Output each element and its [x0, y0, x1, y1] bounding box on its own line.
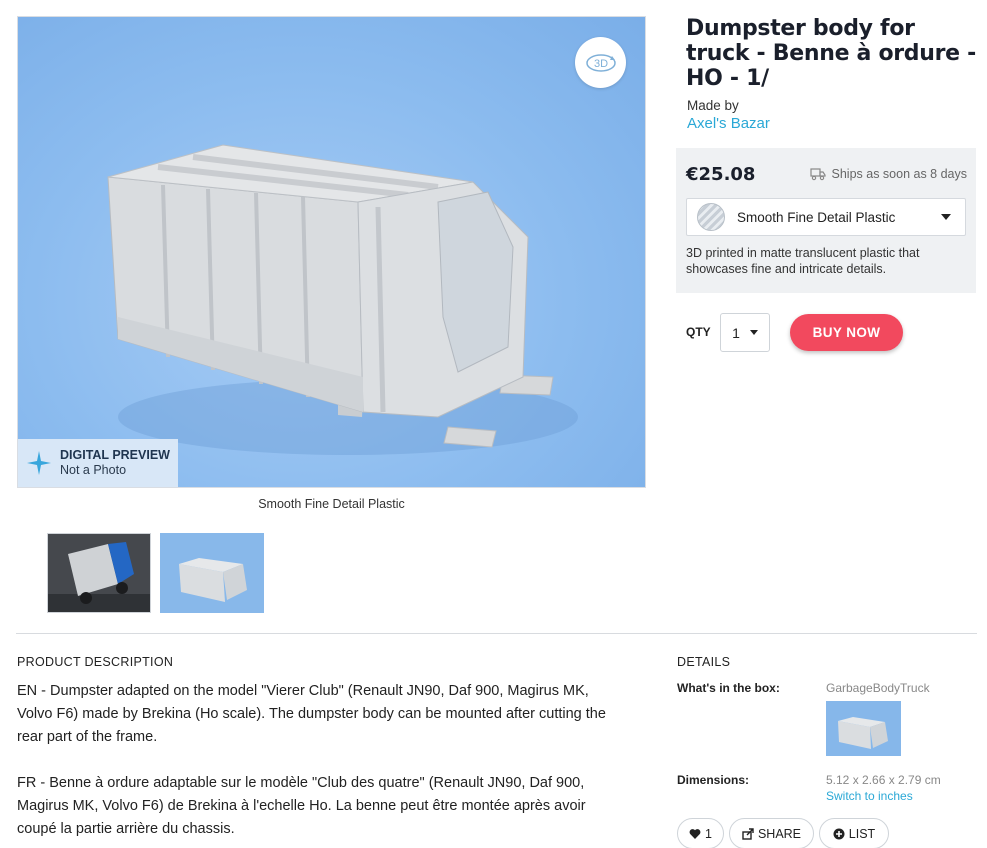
share-icon — [742, 827, 754, 840]
shipping-info: Ships as soon as 8 days — [809, 167, 968, 181]
dimensions-label: Dimensions: — [677, 773, 750, 787]
list-button[interactable]: LIST — [819, 818, 889, 848]
thumbnail-photo[interactable] — [47, 533, 151, 613]
sparkle-icon — [27, 451, 51, 475]
qty-label: QTY — [686, 325, 711, 339]
description-paragraph-en: EN - Dumpster adapted on the model "Vier… — [17, 683, 606, 745]
chevron-down-icon — [941, 214, 951, 220]
section-divider — [16, 633, 977, 634]
material-description: 3D printed in matte translucent plastic … — [686, 246, 920, 276]
product-description-heading: PRODUCT DESCRIPTION — [17, 655, 174, 669]
chevron-down-icon — [749, 330, 758, 335]
price: €25.08 — [686, 164, 756, 185]
dumpster-render — [107, 144, 578, 455]
dimensions-value: 5.12 x 2.66 x 2.79 cm — [826, 773, 941, 787]
view-3d-label: 3D — [593, 58, 607, 70]
thumbnail-digital-preview[interactable] — [160, 533, 264, 613]
product-preview-image[interactable]: 3D DIGITAL PREVIEW Not a Photo — [17, 16, 646, 488]
shop-link[interactable]: Axel's Bazar — [687, 115, 770, 132]
ships-text: Ships as soon as 8 days — [831, 167, 968, 181]
share-button[interactable]: SHARE — [729, 818, 814, 848]
made-by-label: Made by — [687, 98, 739, 113]
truck-icon — [809, 168, 826, 181]
quantity-value: 1 — [732, 324, 740, 341]
box-item-name: GarbageBodyTruck — [826, 681, 930, 695]
thumbnail-preview-image — [161, 534, 263, 612]
box-contents-label: What's in the box: — [677, 681, 780, 695]
details-heading: DETAILS — [677, 655, 731, 669]
view-3d-button[interactable]: 3D — [575, 37, 626, 88]
preview-material-caption: Smooth Fine Detail Plastic — [258, 497, 405, 511]
price-panel: €25.08 Ships as soon as 8 days Smooth Fi… — [676, 148, 976, 293]
digital-preview-title: DIGITAL PREVIEW — [60, 448, 170, 462]
plus-circle-icon — [833, 828, 845, 839]
material-swatch-icon — [697, 203, 725, 231]
product-title: Dumpster body for truck - Benne à ordure… — [686, 16, 976, 91]
share-label: SHARE — [757, 826, 802, 841]
digital-preview-subtitle: Not a Photo — [60, 463, 127, 477]
switch-units-link[interactable]: Switch to inches — [826, 789, 913, 803]
rotate-3d-icon: 3D — [585, 53, 616, 72]
heart-icon — [689, 828, 701, 839]
box-item-thumbnail[interactable] — [826, 701, 901, 756]
box-item-image — [826, 701, 901, 756]
like-count: 1 — [705, 826, 712, 841]
quantity-select[interactable]: 1 — [720, 313, 770, 352]
material-dropdown[interactable]: Smooth Fine Detail Plastic — [686, 198, 966, 236]
buy-now-button[interactable]: BUY NOW — [790, 314, 903, 351]
description-paragraph-fr: FR - Benne à ordure adaptable sur le mod… — [17, 775, 586, 837]
material-selected-label: Smooth Fine Detail Plastic — [737, 209, 896, 225]
digital-preview-badge: DIGITAL PREVIEW Not a Photo — [18, 439, 178, 487]
list-label: LIST — [848, 826, 876, 841]
like-button[interactable]: 1 — [677, 818, 724, 848]
thumbnail-photo-image — [48, 534, 150, 612]
